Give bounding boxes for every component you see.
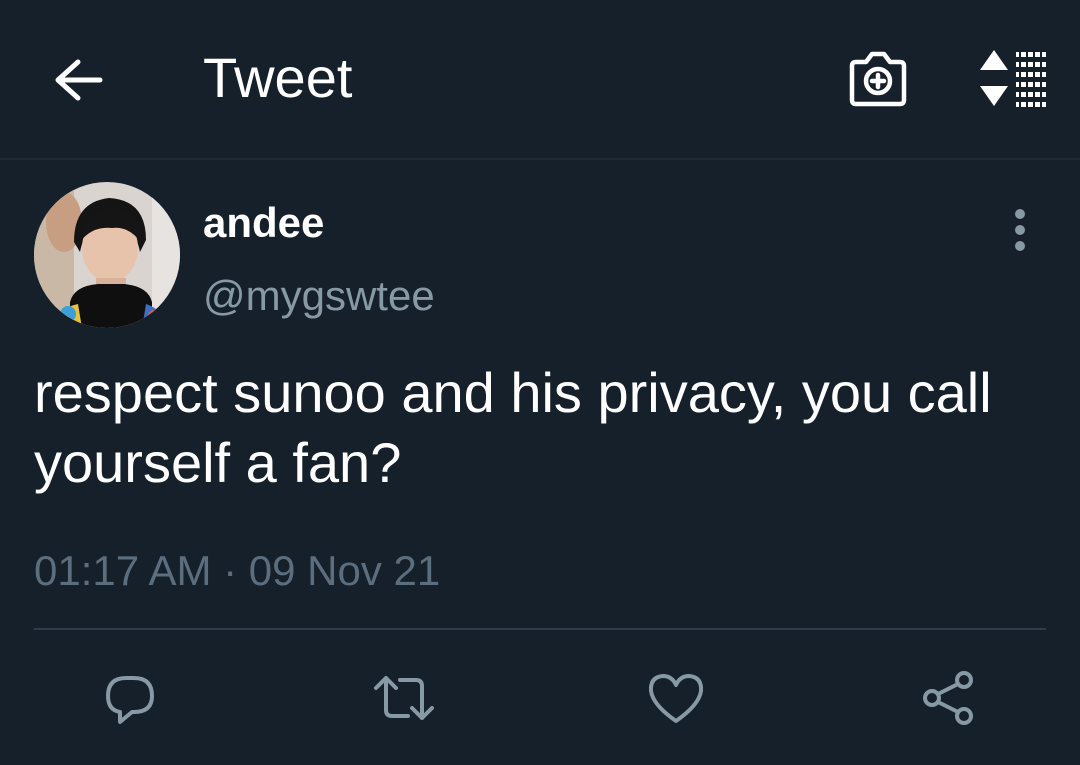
back-arrow-icon <box>52 58 104 102</box>
add-photo-button[interactable] <box>846 48 910 110</box>
share-icon <box>920 670 976 726</box>
retweet-icon <box>372 670 436 726</box>
back-button[interactable] <box>48 52 108 108</box>
avatar[interactable] <box>34 182 180 328</box>
divider <box>34 628 1046 630</box>
more-options-button[interactable] <box>1000 206 1040 256</box>
author-handle[interactable]: @mygswtee <box>203 272 435 320</box>
sort-button[interactable] <box>974 48 1050 108</box>
page-title: Tweet <box>203 46 353 109</box>
like-icon <box>647 671 705 725</box>
like-button[interactable] <box>646 668 706 728</box>
app-header: Tweet <box>0 0 1080 160</box>
tweet-detail-screen: Tweet andee @mygswtee respect sunoo and … <box>0 0 1080 765</box>
tweet-text: respect sunoo and his privacy, you call … <box>34 361 992 494</box>
share-button[interactable] <box>918 668 978 728</box>
retweet-button[interactable] <box>374 668 434 728</box>
camera-add-icon <box>846 48 910 110</box>
author-name[interactable]: andee <box>203 199 324 247</box>
reply-icon <box>102 670 158 726</box>
more-vertical-icon <box>1000 206 1040 256</box>
reply-button[interactable] <box>100 668 160 728</box>
tweet-timestamp: 01:17 AM · 09 Nov 21 <box>34 547 441 594</box>
sort-list-icon <box>974 48 1050 108</box>
